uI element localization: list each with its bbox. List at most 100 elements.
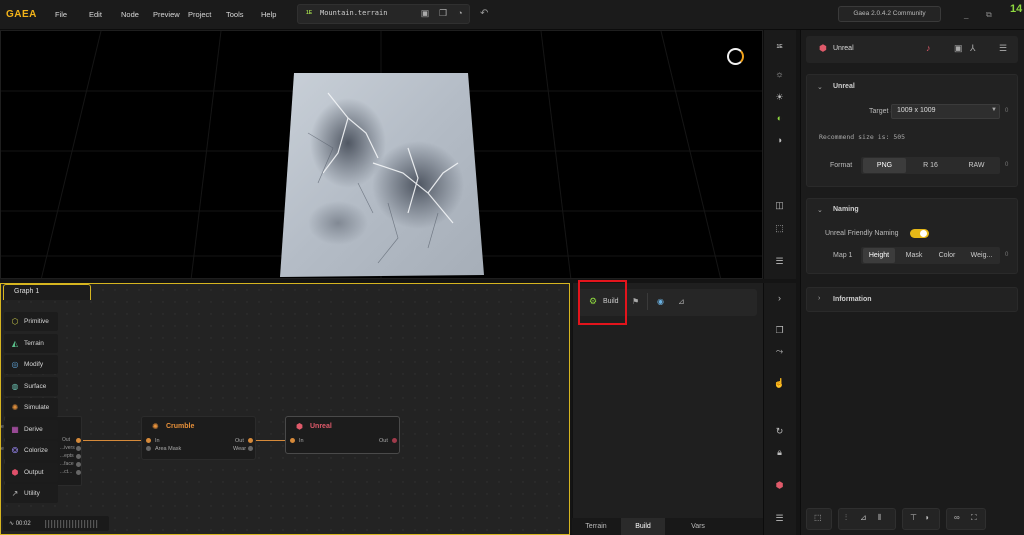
menu-node[interactable]: Node (121, 10, 139, 19)
node-crumble[interactable]: ✺ Crumble In Area Mask Out Wear (141, 416, 256, 460)
port-out[interactable] (76, 438, 81, 443)
menu-preview[interactable]: Preview (153, 10, 180, 19)
map-height[interactable]: Height (863, 248, 895, 263)
align-icon[interactable]: ⊿ (860, 513, 867, 522)
chevron-down-icon[interactable]: ⌄ (817, 206, 823, 214)
pin-icon[interactable]: ⊤ (910, 513, 917, 522)
frame-icon[interactable]: ⬚ (772, 222, 787, 235)
unreal-title: Unreal (310, 423, 332, 430)
crumble-wear-label: Wear (233, 446, 247, 452)
map-mask[interactable]: Mask (898, 248, 930, 263)
contrast-icon[interactable]: ◑ (772, 134, 787, 147)
palette-colorize[interactable]: ❂ Colorize (4, 441, 58, 460)
node-link-icon[interactable]: ♪ (926, 43, 931, 53)
graph-editor[interactable] (0, 283, 570, 535)
viewport-1e-label[interactable]: 1E (772, 41, 787, 54)
hamburger-icon[interactable]: ☰ (999, 43, 1007, 54)
menu-help[interactable]: Help (261, 10, 276, 19)
save-icon[interactable]: ▣ (420, 8, 430, 18)
crumble-port-wear[interactable] (248, 446, 253, 451)
flag-icon[interactable]: ⚑ (632, 297, 639, 306)
palette-label: Simulate (24, 404, 50, 411)
globe-icon[interactable]: ◉ (657, 297, 664, 306)
palette-terrain[interactable]: ◭ Terrain (4, 334, 58, 353)
side-menu-icon[interactable]: ☰ (772, 512, 787, 525)
copy-icon[interactable]: ❐ (438, 8, 448, 18)
surface-icon: ◍ (11, 381, 19, 391)
section-unreal-title[interactable]: Unreal (833, 83, 855, 90)
crumble-port-out[interactable] (248, 438, 253, 443)
3d-viewport[interactable] (0, 30, 763, 279)
crumble-port-area-mask[interactable] (146, 446, 151, 451)
viewport-menu-icon[interactable]: ☰ (772, 255, 787, 268)
restore-icon[interactable]: ⧉ (986, 10, 992, 20)
port[interactable] (76, 462, 81, 467)
port[interactable] (76, 470, 81, 475)
reset-value[interactable]: 0 (1005, 108, 1008, 114)
axes-icon[interactable]: ⅄ (970, 43, 976, 54)
unreal-output-icon[interactable]: ⬢ (772, 479, 787, 492)
target-size-value: 1009 x 1009 (897, 107, 936, 114)
menu-tools[interactable]: Tools (226, 10, 244, 19)
duplicate-icon[interactable]: ❐ (772, 324, 787, 337)
split-view-icon[interactable]: ◫ (772, 199, 787, 212)
columns-icon[interactable]: ⫴ (878, 513, 881, 523)
palette-label: Derive (24, 426, 43, 433)
menu-edit[interactable]: Edit (89, 10, 102, 19)
port[interactable] (76, 454, 81, 459)
side-toolbar (763, 283, 796, 535)
preview-icon[interactable]: ▣ (954, 43, 963, 54)
history-icon[interactable]: ◔ (455, 8, 465, 18)
reset-value[interactable]: 0 (1005, 252, 1008, 258)
chevron-down-icon[interactable]: ⌄ (817, 83, 823, 91)
unreal-port-out[interactable] (392, 438, 397, 443)
tab-terrain[interactable]: Terrain (576, 518, 616, 535)
node-unreal[interactable]: ⬢ Unreal In Out (285, 416, 400, 454)
format-raw[interactable]: RAW (955, 158, 998, 173)
lighting-icon[interactable]: ☀ (772, 91, 787, 104)
palette-primitive[interactable]: ⬡ Primitive (4, 312, 58, 331)
reset-value[interactable]: 0 (1005, 162, 1008, 168)
undo-icon[interactable]: ↶ (480, 8, 488, 19)
tab-build[interactable]: Build (621, 518, 665, 535)
section-information-title[interactable]: Information (833, 296, 872, 303)
share-icon[interactable]: ⤳ (772, 345, 787, 358)
sun-icon[interactable]: ☼ (772, 68, 787, 81)
menu-project[interactable]: Project (188, 10, 211, 19)
contrast-small-icon[interactable]: ◑ (924, 513, 929, 522)
crumble-port-in[interactable] (146, 438, 151, 443)
chevron-right-icon[interactable]: › (818, 295, 820, 302)
link-icon[interactable]: ∞ (954, 513, 960, 522)
format-png[interactable]: PNG (863, 158, 906, 173)
chevron-right-icon[interactable]: › (772, 292, 787, 305)
sliders-icon[interactable]: ⫶ (845, 513, 847, 523)
map-color[interactable]: Color (932, 248, 962, 263)
tab-vars[interactable]: Vars (670, 518, 726, 535)
compass-gizmo[interactable] (727, 48, 744, 65)
toolbar-divider (647, 293, 648, 310)
fullscreen-icon[interactable]: ⛶ (971, 513, 977, 523)
palette-utility[interactable]: ↗ Utility (4, 484, 58, 503)
hand-icon[interactable]: ☝ (772, 377, 787, 390)
unreal-port-in[interactable] (290, 438, 295, 443)
minimize-icon[interactable]: _ (964, 10, 968, 19)
refresh-icon[interactable]: ↻ (772, 425, 787, 438)
section-naming-title[interactable]: Naming (833, 206, 859, 213)
palette-surface[interactable]: ◍ Surface (4, 377, 58, 396)
build-button-highlight (578, 280, 627, 325)
palette-derive[interactable]: ▦ Derive (4, 420, 58, 439)
palette-output[interactable]: ⬢ Output (4, 463, 58, 482)
map-weight[interactable]: Weig... (965, 248, 998, 263)
palette-simulate[interactable]: ✺ Simulate (4, 398, 58, 417)
menu-file[interactable]: File (55, 10, 67, 19)
stats-icon[interactable]: ⊿ (678, 297, 685, 306)
lock-icon[interactable]: 🔒︎ (772, 446, 787, 459)
palette-modify[interactable]: ◎ Modify (4, 355, 58, 374)
caret-down-icon: ▼ (991, 107, 997, 113)
graph-dot-grid (1, 284, 569, 534)
render-mode-icon[interactable]: ◐ (772, 112, 787, 125)
port[interactable] (76, 446, 81, 451)
select-icon[interactable]: ⬚ (814, 513, 822, 522)
friendly-naming-label: Unreal Friendly Naming (825, 230, 899, 237)
format-r16[interactable]: R 16 (908, 158, 953, 173)
